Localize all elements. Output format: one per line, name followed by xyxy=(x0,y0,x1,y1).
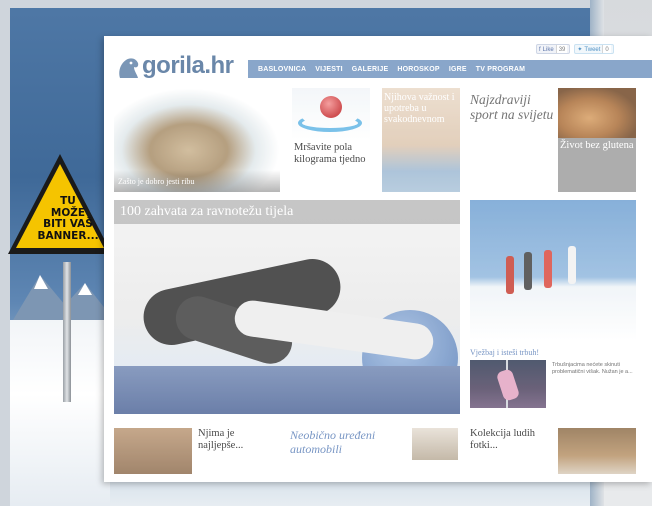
pole-dance-image[interactable] xyxy=(470,360,546,408)
facebook-icon: f xyxy=(539,47,541,53)
tweet-button[interactable]: ✦ Tweet 0 xyxy=(574,44,614,54)
bread-article-tile[interactable]: Život bez glutena xyxy=(558,88,636,192)
bread-caption: Život bez glutena xyxy=(560,140,634,151)
social-buttons: f Like 39 ✦ Tweet 0 xyxy=(536,44,614,54)
sign-line: TU xyxy=(60,195,76,207)
skier-figure xyxy=(524,252,532,290)
main-nav: BASLOVNICA VIJESTI GALERIJE HOROSKOP IGR… xyxy=(248,60,652,78)
sign-line: BITI VAŠ xyxy=(43,218,93,230)
sign-line: BANNER... xyxy=(37,229,99,242)
fish-article-tile[interactable]: Zašto je dobro jesti ribu xyxy=(114,88,280,192)
pole-article-link[interactable]: Vježbaj i isteši trbuh! xyxy=(470,348,539,357)
tweet-label: Tweet xyxy=(584,47,601,53)
nav-item-tv-program[interactable]: TV PROGRAM xyxy=(476,66,525,73)
nav-item-horoskop[interactable]: HOROSKOP xyxy=(397,66,439,73)
nav-item-vijesti[interactable]: VIJESTI xyxy=(315,66,342,73)
sign-pole xyxy=(63,262,71,402)
apple-article-image[interactable] xyxy=(292,88,370,140)
cats-image[interactable] xyxy=(114,428,192,474)
website-preview: gorila.hr f Like 39 ✦ Tweet 0 BASLOVNICA… xyxy=(104,36,652,482)
snow-ground xyxy=(10,320,110,506)
snow-photo-tile[interactable] xyxy=(470,200,636,340)
cats-caption[interactable]: Njima je najljepše... xyxy=(198,428,268,452)
site-logo[interactable]: gorila.hr xyxy=(116,50,234,80)
skier-figure xyxy=(568,246,576,284)
facebook-like-button[interactable]: f Like 39 xyxy=(536,44,571,54)
twitter-icon: ✦ xyxy=(577,47,583,53)
frame-top xyxy=(0,0,652,8)
nav-item-igre[interactable]: IGRE xyxy=(449,66,467,73)
skier-figure xyxy=(544,250,552,288)
car-image[interactable] xyxy=(412,428,458,460)
measuring-tape-icon xyxy=(298,114,362,132)
nav-item-galerije[interactable]: GALERIJE xyxy=(352,66,389,73)
tweet-count: 0 xyxy=(602,45,611,53)
bread-image xyxy=(558,88,636,138)
logo-text: gorila.hr xyxy=(142,52,234,79)
pole-article-snippet: Trbušnjacima nećete skinuti problematičn… xyxy=(552,362,633,375)
gorilla-icon xyxy=(119,58,139,78)
sport-article-caption[interactable]: Najzdraviji sport na svijetu xyxy=(470,92,560,122)
dancer-figure xyxy=(495,368,521,402)
cars-caption[interactable]: Neobično uređeni automobili xyxy=(290,428,408,456)
yoga-mat xyxy=(114,366,460,414)
photos-image[interactable] xyxy=(558,428,636,474)
belly-article-tile[interactable]: Njihova važnost i upotreba u svakodnevno… xyxy=(382,88,460,192)
like-count: 39 xyxy=(555,45,568,53)
nav-item-naslovnica[interactable]: BASLOVNICA xyxy=(258,66,306,73)
like-label: Like xyxy=(542,47,554,53)
fish-caption: Zašto je dobro jesti ribu xyxy=(118,177,195,186)
hero-title: 100 zahvata za ravnotežu tijela xyxy=(120,204,294,219)
photos-caption[interactable]: Kolekcija ludih fotki... xyxy=(470,428,550,452)
skier-figure xyxy=(506,256,514,294)
apple-article-caption[interactable]: Mršavite pola kilograma tjedno xyxy=(294,142,374,166)
yoga-hero-tile[interactable]: 100 zahvata za ravnotežu tijela xyxy=(114,200,460,414)
belly-caption: Njihova važnost i upotreba u svakodnevno… xyxy=(384,92,455,125)
sign-text: TU MOŽE BITI VAŠ BANNER... xyxy=(26,195,110,242)
